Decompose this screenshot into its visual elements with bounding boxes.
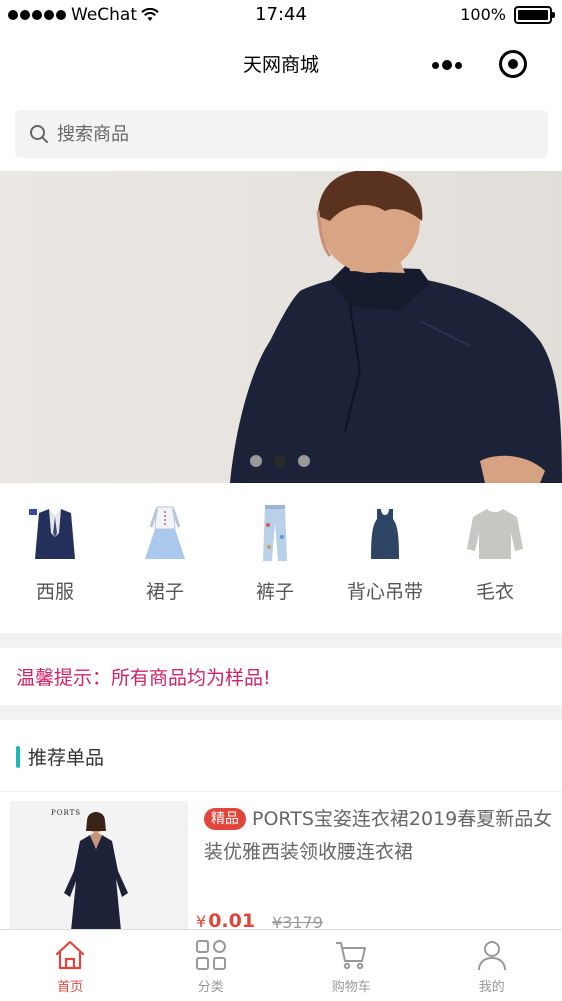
product-badge: 精品 xyxy=(204,808,246,830)
suit-icon xyxy=(29,509,75,559)
brand-mark-text: PORTS xyxy=(51,809,81,817)
section-accent-bar xyxy=(16,745,20,768)
section-divider xyxy=(0,705,562,720)
tab-cart[interactable]: 购物车 xyxy=(281,930,422,1001)
category-label: 西服 xyxy=(35,581,74,603)
home-icon xyxy=(56,940,85,970)
category-sweater[interactable]: 毛衣 xyxy=(440,483,550,633)
category-label: 裤子 xyxy=(255,581,294,603)
section-divider xyxy=(0,633,562,648)
status-bar: WeChat 17:44 100% xyxy=(0,0,562,32)
category-label: 背心吊带 xyxy=(346,581,423,603)
tank-top-icon xyxy=(371,509,399,559)
banner-dot[interactable] xyxy=(250,455,262,467)
search-input[interactable] xyxy=(57,123,517,145)
product-image[interactable]: PORTS xyxy=(10,801,188,941)
category-tank-top[interactable]: 背心吊带 xyxy=(330,483,440,633)
cart-icon xyxy=(336,942,367,970)
search-icon xyxy=(30,125,48,143)
product-photo: PORTS xyxy=(10,801,188,941)
category-label: 裙子 xyxy=(145,581,184,603)
tab-bar: 首页 分类 购物车 我的 xyxy=(0,929,562,1001)
category-icon xyxy=(195,940,226,970)
nav-bar: 天网商城 xyxy=(0,32,562,96)
section-header: 推荐单品 xyxy=(16,743,104,770)
category-suit[interactable]: 西服 xyxy=(0,483,110,633)
sweater-icon xyxy=(467,509,523,559)
banner-dot[interactable] xyxy=(298,455,310,467)
search-bar[interactable] xyxy=(15,110,548,158)
tab-category[interactable]: 分类 xyxy=(141,930,282,1001)
product-title-text: PORTS宝姿连衣裙2019春夏新品女装优雅西装领收腰连衣裙 xyxy=(204,808,553,863)
banner-carousel[interactable] xyxy=(0,171,562,483)
user-icon xyxy=(477,941,506,971)
divider xyxy=(0,791,562,792)
status-right: 100% xyxy=(460,5,555,24)
banner-pagination xyxy=(250,455,310,467)
category-label: 毛衣 xyxy=(475,581,514,603)
battery-icon xyxy=(514,5,555,24)
category-grid: 西服 裙子 裤子 背心吊带 毛衣 xyxy=(0,483,562,633)
tab-profile[interactable]: 我的 xyxy=(422,930,562,1001)
banner-dot-active[interactable] xyxy=(274,455,286,467)
banner-model-image xyxy=(230,171,562,483)
tab-label: 分类 xyxy=(197,980,224,995)
tab-label: 我的 xyxy=(478,980,505,995)
tab-home[interactable]: 首页 xyxy=(0,930,141,1001)
product-title[interactable]: 精品 PORTS宝姿连衣裙2019春夏新品女装优雅西装领收腰连衣裙 xyxy=(204,803,554,869)
tab-label: 首页 xyxy=(57,980,84,995)
dress-icon xyxy=(145,506,185,559)
notice-text: 温馨提示：所有商品均为样品! xyxy=(16,667,271,689)
record-icon[interactable] xyxy=(499,50,527,78)
battery-percent: 100% xyxy=(460,5,506,24)
jeans-icon xyxy=(263,505,287,561)
more-dots-icon[interactable] xyxy=(432,59,468,71)
page-title: 天网商城 xyxy=(242,54,319,76)
category-dress[interactable]: 裙子 xyxy=(110,483,220,633)
section-title: 推荐单品 xyxy=(28,747,105,769)
category-pants[interactable]: 裤子 xyxy=(220,483,330,633)
tab-label: 购物车 xyxy=(331,980,371,995)
